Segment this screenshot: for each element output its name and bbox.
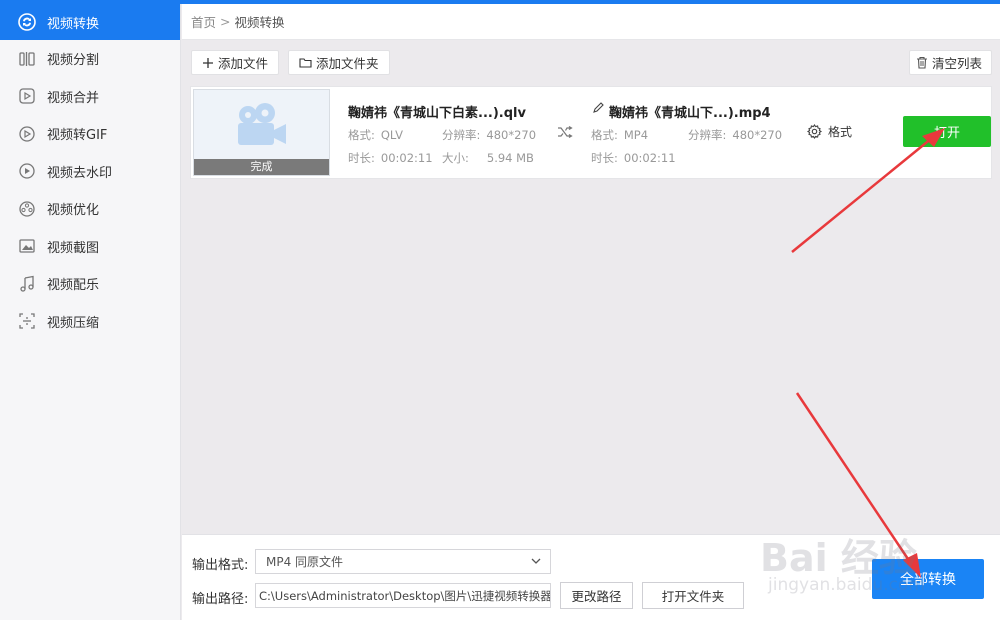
clear-list-button[interactable]: 清空列表: [909, 50, 992, 75]
output-format-value: MP4 同原文件: [266, 555, 344, 569]
target-format-label: 格式:: [591, 128, 618, 142]
trash-icon: [916, 56, 928, 69]
sidebar-item-label: 视频优化: [47, 203, 100, 219]
target-dur-label: 时长:: [591, 151, 618, 165]
output-format-select[interactable]: MP4 同原文件: [255, 549, 551, 574]
target-format: 格式: MP4: [591, 127, 648, 143]
output-settings-panel: 输出格式: MP4 同原文件 输出路径: C:\Users\Administra…: [182, 534, 1000, 620]
sidebar-item-label: 视频截图: [47, 240, 100, 256]
source-size: 大小: 5.94 MB: [442, 150, 534, 166]
source-res-value: 480*270: [486, 128, 537, 142]
compress-icon: [17, 311, 37, 331]
sidebar-item-optimize[interactable]: 视频优化: [0, 190, 180, 228]
split-icon: [17, 49, 37, 69]
source-size-label: 大小:: [442, 151, 469, 165]
target-resolution: 分辨率: 480*270: [688, 127, 782, 143]
format-settings-button[interactable]: 格式: [807, 123, 852, 140]
sidebar-item-watermark[interactable]: 视频去水印: [0, 153, 180, 191]
target-duration: 时长: 00:02:11: [591, 150, 676, 166]
breadcrumb: 首页 > 视频转换: [182, 4, 1000, 40]
target-res-value: 480*270: [732, 128, 783, 142]
sidebar-item-gif[interactable]: 视频转GIF: [0, 115, 180, 153]
video-thumbnail: 完成: [193, 89, 330, 176]
add-folder-label: 添加文件夹: [316, 56, 379, 71]
sidebar-item-label: 视频压缩: [47, 315, 100, 331]
shuffle-convert-icon: [557, 125, 573, 142]
breadcrumb-current: 视频转换: [234, 15, 285, 30]
sidebar-item-label: 视频转GIF: [47, 128, 108, 144]
source-file-name: 鞠婧祎《青城山下白素...).qlv: [348, 106, 526, 121]
sidebar-item-screenshot[interactable]: 视频截图: [0, 228, 180, 266]
source-format-value: QLV: [380, 128, 403, 142]
change-path-button[interactable]: 更改路径: [560, 582, 633, 609]
toolbar: 添加文件 添加文件夹 清空列表: [191, 50, 992, 76]
optimize-icon: [17, 199, 37, 219]
output-path-label: 输出路径:: [192, 592, 249, 607]
clear-list-label: 清空列表: [932, 56, 983, 71]
target-format-value: MP4: [623, 128, 649, 142]
source-dur-value: 00:02:11: [380, 151, 433, 165]
source-resolution: 分辨率: 480*270: [442, 127, 536, 143]
target-dur-value: 00:02:11: [623, 151, 676, 165]
chevron-down-icon: [530, 555, 542, 570]
sidebar-item-merge[interactable]: 视频合并: [0, 78, 180, 116]
sidebar-item-convert[interactable]: 视频转换: [0, 4, 180, 40]
gear-icon: [807, 124, 822, 139]
sidebar-item-label: 视频转换: [47, 16, 100, 32]
add-file-button[interactable]: 添加文件: [191, 50, 279, 75]
watermark-icon: [17, 161, 37, 181]
sidebar-item-label: 视频配乐: [47, 278, 100, 294]
convert-all-button[interactable]: 全部转换: [872, 559, 984, 599]
source-dur-label: 时长:: [348, 151, 375, 165]
add-file-label: 添加文件: [218, 56, 269, 71]
sidebar: 视频转换 视频分割 视频合并 视频转GIF 视频去水印 视频优化 视频截图 视频…: [0, 4, 181, 620]
folder-icon: [299, 57, 312, 68]
output-path-field[interactable]: C:\Users\Administrator\Desktop\图片\迅捷视频转换…: [255, 583, 551, 608]
open-button[interactable]: 打开: [903, 116, 991, 147]
sidebar-item-label: 视频去水印: [47, 165, 113, 181]
target-file-name[interactable]: 鞠婧祎《青城山下...).mp4: [609, 102, 771, 121]
thumbnail-status: 完成: [194, 159, 329, 175]
sidebar-item-split[interactable]: 视频分割: [0, 40, 180, 78]
merge-icon: [17, 86, 37, 106]
edit-pencil-icon[interactable]: [592, 102, 604, 118]
plus-icon: [202, 57, 214, 69]
source-format: 格式: QLV: [348, 127, 403, 143]
open-folder-button[interactable]: 打开文件夹: [642, 582, 744, 609]
file-item: 完成 鞠婧祎《青城山下白素...).qlv 格式: QLV 分辨率: 480*270…: [190, 86, 992, 179]
sidebar-item-label: 视频合并: [47, 90, 100, 106]
sidebar-item-music[interactable]: 视频配乐: [0, 265, 180, 303]
target-res-label: 分辨率:: [688, 128, 727, 142]
convert-icon: [17, 12, 37, 32]
music-icon: [17, 274, 37, 294]
breadcrumb-home[interactable]: 首页: [191, 12, 216, 31]
source-size-value: 5.94 MB: [486, 151, 534, 165]
source-format-label: 格式:: [348, 128, 375, 142]
screenshot-icon: [17, 236, 37, 256]
output-format-label: 输出格式:: [192, 558, 249, 573]
sidebar-item-label: 视频分割: [47, 53, 100, 69]
gif-icon: [17, 124, 37, 144]
breadcrumb-separator: >: [220, 14, 231, 29]
add-folder-button[interactable]: 添加文件夹: [288, 50, 390, 75]
source-duration: 时长: 00:02:11: [348, 150, 433, 166]
sidebar-item-compress[interactable]: 视频压缩: [0, 303, 180, 341]
source-res-label: 分辨率:: [442, 128, 481, 142]
film-camera-icon: [234, 102, 290, 156]
format-settings-label: 格式: [828, 125, 853, 139]
main-panel: 首页 > 视频转换 添加文件 添加文件夹 清空列表 完成 鞠婧祎《青城山下白素.…: [182, 4, 1000, 620]
